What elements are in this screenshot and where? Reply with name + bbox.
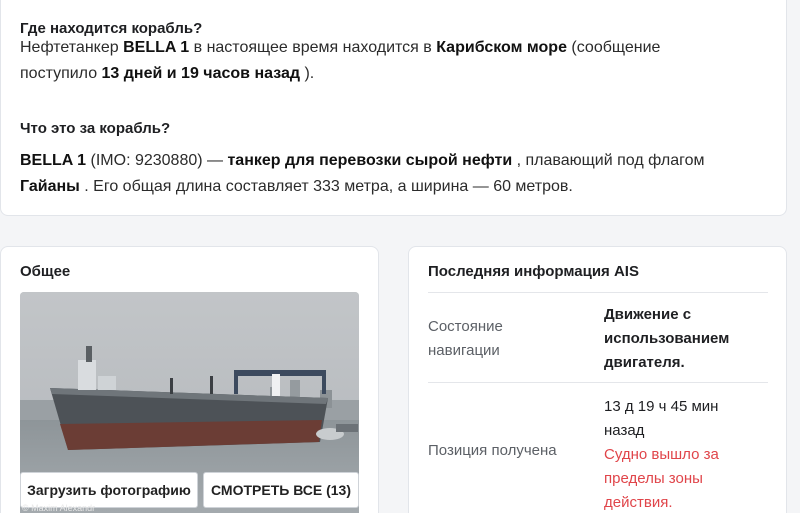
view-all-photos-button[interactable]: СМОТРЕТЬ ВСЕ (13) — [203, 472, 359, 508]
ais-divider-mid — [428, 382, 768, 383]
nav-status-label: Состояние навигации — [428, 318, 503, 359]
what-heading: Что это за корабль? — [20, 120, 171, 137]
where-line-2: поступило 13 дней и 19 часов назад ). — [20, 65, 315, 82]
ship-name: BELLA 1 — [123, 39, 190, 56]
ship-info-card: Где находится корабль? Нефтетанкер BELLA… — [0, 0, 787, 216]
nav-status-value: Движение с использованием двигателя. — [604, 306, 730, 371]
what-line-2: Гайаны . Его общая длина составляет 333 … — [20, 178, 573, 195]
ais-divider-top — [428, 292, 768, 293]
flag-country: Гайаны — [20, 178, 80, 195]
location-text: Карибском море — [436, 39, 567, 56]
ais-title: Последняя информация AIS — [428, 263, 639, 280]
position-received-label: Позиция получена — [428, 442, 557, 459]
out-of-range-warning: Судно вышло за — [604, 446, 719, 463]
general-card: Общее Загрузить фотографию СМОТРЕТЬ ВСЕ … — [0, 246, 379, 513]
what-line-1: BELLA 1 (IMO: 9230880) — танкер для пере… — [20, 152, 705, 169]
ship-type: танкер для перевозки сырой нефти — [227, 152, 513, 169]
position-received-value: 13 д 19 ч 45 мин назад Судно вышло за пр… — [604, 398, 719, 511]
ais-card: Последняя информация AIS Состояние навиг… — [408, 246, 787, 513]
general-title: Общее — [20, 263, 71, 280]
where-line-1: Нефтетанкер BELLA 1 в настоящее время на… — [20, 39, 661, 56]
last-report-time: 13 дней и 19 часов назад — [101, 65, 300, 82]
photo-credit: © Maxim Alexandr — [22, 503, 96, 513]
